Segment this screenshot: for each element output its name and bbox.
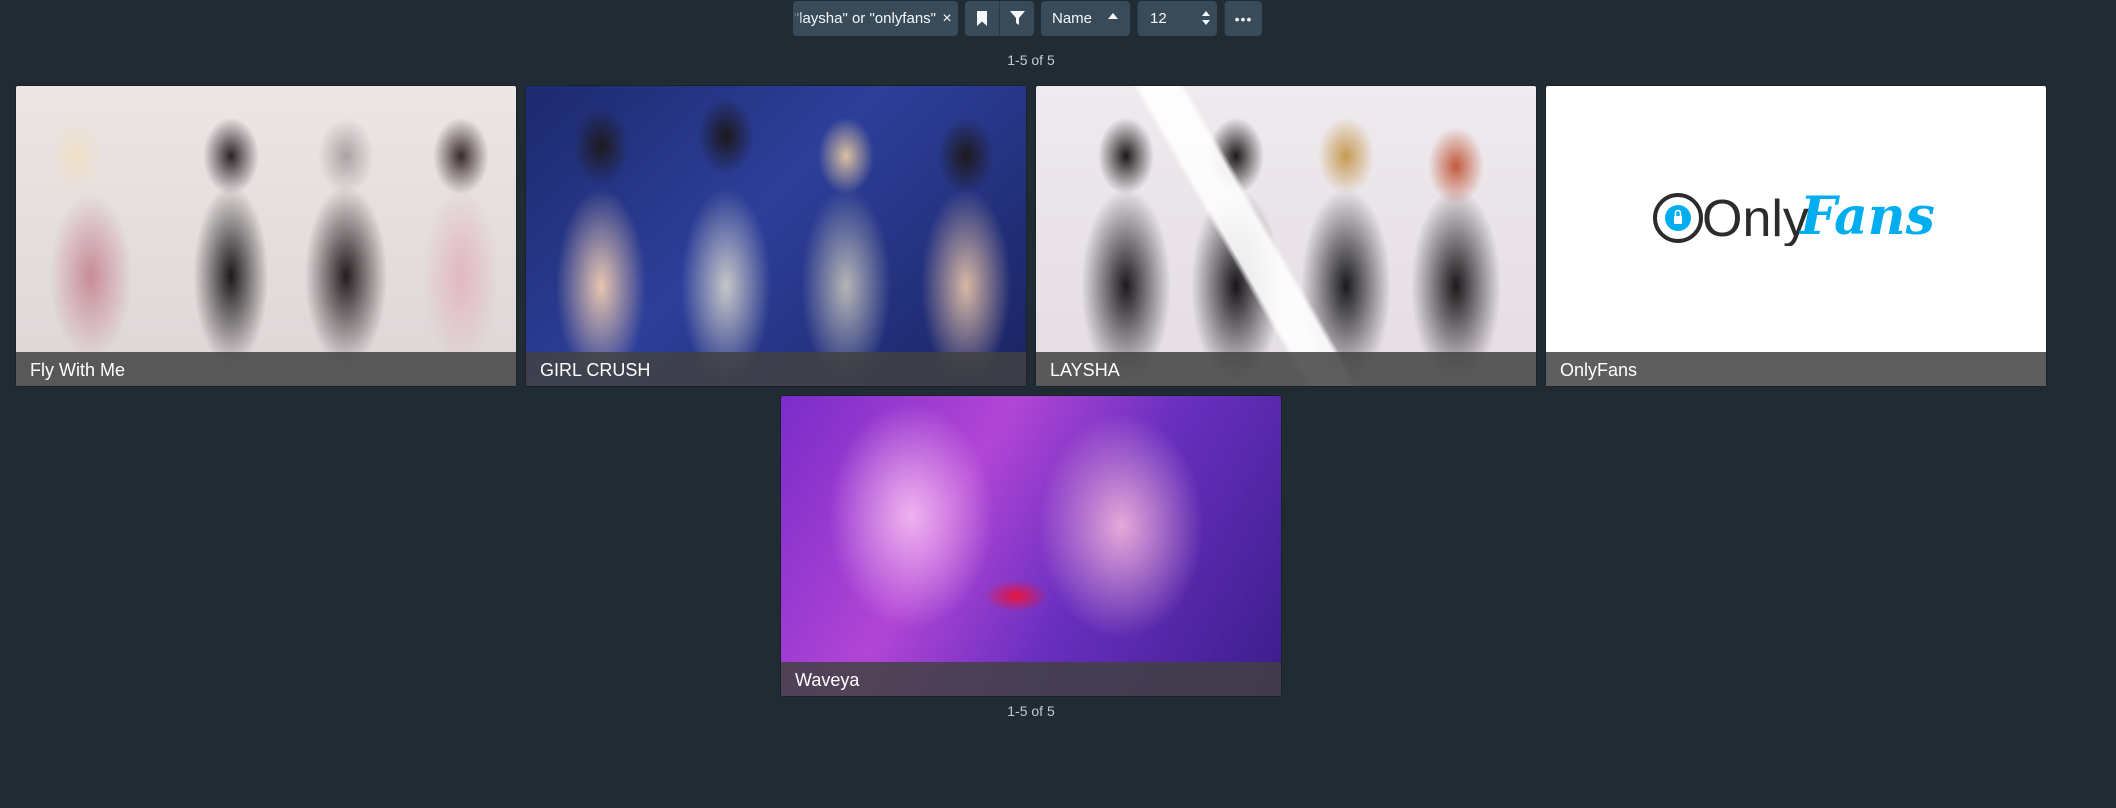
studio-title[interactable]: OnlyFans	[1546, 352, 2046, 386]
studio-title[interactable]: LAYSHA	[1036, 352, 1536, 386]
select-caret-icon	[1202, 11, 1210, 25]
ellipsis-icon: •••	[1234, 10, 1253, 27]
studio-image[interactable]	[1036, 86, 1536, 386]
clear-search-button[interactable]: ×	[936, 1, 958, 36]
per-page-select[interactable]: 12	[1137, 1, 1217, 36]
studio-image[interactable]	[526, 86, 1026, 386]
studio-image[interactable]: Only Fans	[1546, 86, 2046, 386]
search-fade	[793, 1, 803, 36]
studio-card[interactable]: GIRL CRUSH	[526, 86, 1026, 386]
studio-title[interactable]: GIRL CRUSH	[526, 352, 1026, 386]
logo-text-only: Only	[1702, 190, 1809, 246]
toolbar: or "laysha" or "onlyfans" × Name 12 •••	[793, 1, 1262, 36]
studio-card[interactable]: LAYSHA	[1036, 86, 1536, 386]
studio-title[interactable]: Fly With Me	[16, 352, 516, 386]
studio-title[interactable]: Waveya	[781, 662, 1281, 696]
search-query-text: or "laysha" or "onlyfans"	[793, 10, 936, 27]
studio-card[interactable]: Waveya	[781, 396, 1281, 696]
studio-image[interactable]	[781, 396, 1281, 696]
filter-button[interactable]	[999, 1, 1034, 36]
logo-text-fans: Fans	[1798, 186, 1935, 246]
bookmark-icon	[977, 11, 987, 26]
studio-image[interactable]	[16, 86, 516, 386]
filter-button-group	[965, 1, 1034, 36]
studio-card[interactable]: Only Fans OnlyFans	[1546, 86, 2046, 386]
search-input[interactable]: or "laysha" or "onlyfans" ×	[793, 1, 958, 36]
sort-by-select[interactable]: Name	[1041, 1, 1130, 36]
studio-card[interactable]: Fly With Me	[16, 86, 516, 386]
more-options-button[interactable]: •••	[1224, 1, 1262, 36]
onlyfans-logo: Only Fans	[1653, 186, 1935, 246]
saved-filters-button[interactable]	[965, 1, 999, 36]
sort-by-label: Name	[1052, 10, 1093, 27]
caret-up-icon[interactable]	[1108, 12, 1118, 20]
pagination-count-bottom: 1-5 of 5	[1007, 703, 1055, 719]
per-page-value: 12	[1150, 10, 1167, 27]
filter-icon	[1009, 11, 1025, 25]
pagination-count-top: 1-5 of 5	[1007, 52, 1055, 68]
